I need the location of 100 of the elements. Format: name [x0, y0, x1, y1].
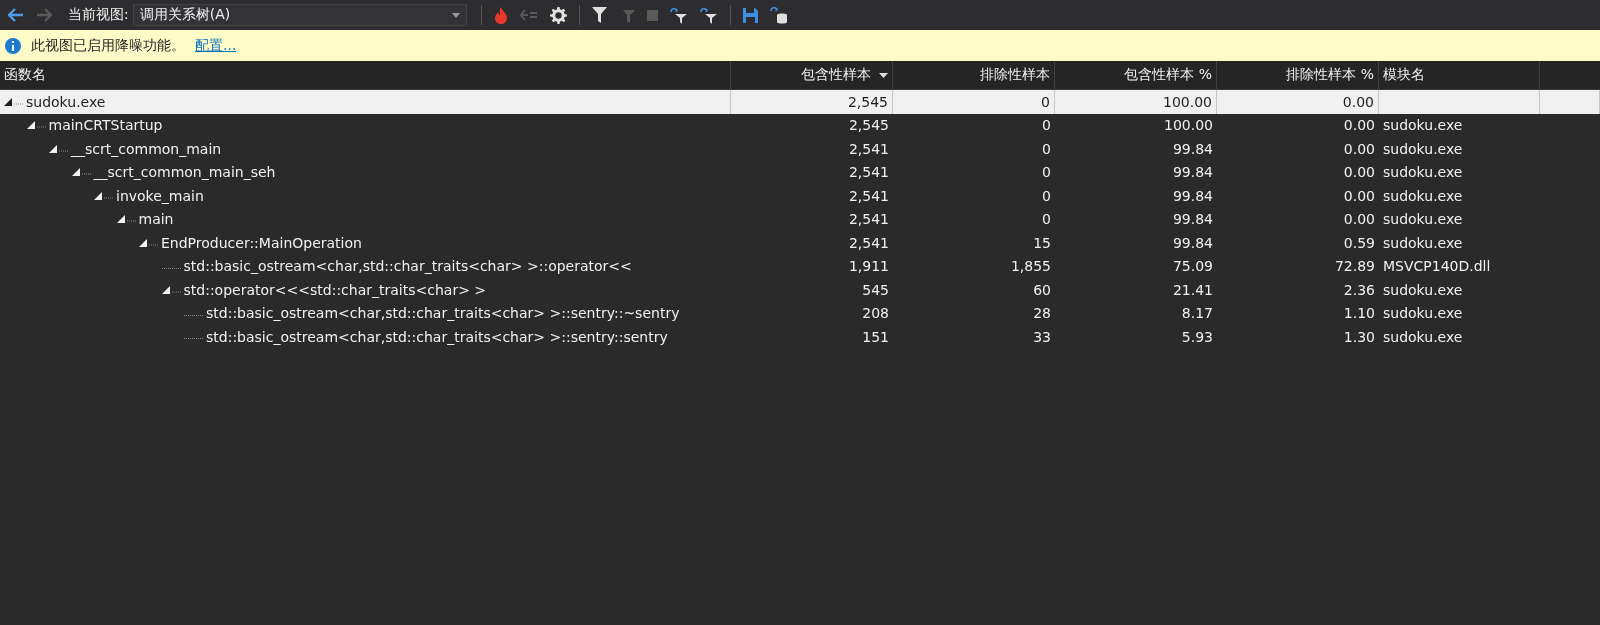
table-cell: 0.00	[1343, 211, 1375, 228]
expanded-triangle-icon[interactable]	[139, 237, 159, 248]
table-cell: sudoku.exe	[1383, 211, 1463, 228]
tree-row[interactable]: std::operator<<<std::char_traits<char> > 545 60 21.41 2.36 sudoku.exe	[0, 278, 1600, 302]
expanded-triangle-icon[interactable]	[161, 284, 182, 295]
table-cell: sudoku.exe	[1383, 328, 1463, 345]
table-cell: 1,911	[848, 258, 889, 275]
table-cell: 1.30	[1343, 328, 1375, 345]
table-cell: 21.41	[1172, 281, 1213, 298]
table-cell: 0	[1042, 164, 1051, 181]
arrows-icon	[519, 9, 538, 21]
table-cell: 0.00	[1343, 140, 1375, 157]
table-cell: 2,541	[848, 164, 889, 181]
table-cell: 0.00	[1343, 117, 1375, 134]
table-cell: sudoku.exe	[1383, 140, 1463, 157]
table-cell: 15	[1033, 234, 1051, 251]
table-cell: 2,541	[848, 234, 889, 251]
tree-row[interactable]: std::basic_ostream<char,std::char_traits<char> >::operator<< 1,911 1,855 75.09 72.89 MSVCP140D.dll	[0, 254, 1600, 278]
column-header[interactable]: 模块名	[1379, 61, 1540, 89]
table-cell: sudoku.exe	[1383, 234, 1463, 251]
gear-icon	[549, 6, 567, 24]
function-name: __scrt_common_main	[71, 140, 222, 157]
table-cell: 208	[862, 305, 889, 322]
column-header[interactable]: 包含性样本 %	[1055, 61, 1217, 89]
caret-icon	[451, 12, 460, 18]
table-cell: 0	[1042, 187, 1051, 204]
expanded-triangle-icon[interactable]	[4, 96, 24, 107]
tree-row[interactable]: main 2,541 0 99.84 0.00 sudoku.exe	[0, 207, 1600, 231]
table-cell: 0	[1042, 140, 1051, 157]
view-label: 当前视图:	[68, 6, 129, 24]
table-cell: 8.17	[1181, 305, 1213, 322]
flame-icon	[493, 6, 508, 24]
tree-connector-line	[184, 314, 204, 316]
table-cell: 0	[1042, 117, 1051, 134]
table-cell: 545	[862, 281, 889, 298]
tree-connector-line	[161, 267, 182, 269]
column-header[interactable]: 函数名	[0, 61, 731, 89]
sort-descending-icon	[879, 72, 888, 78]
table-cell: 100.00	[1164, 117, 1213, 134]
function-name: EndProducer::MainOperation	[161, 234, 362, 251]
table-cell: 2,541	[848, 187, 889, 204]
table-cell: 75.09	[1172, 258, 1213, 275]
table-cell: 2,545	[847, 93, 888, 110]
tree-row[interactable]: EndProducer::MainOperation 2,541 15 99.84 0.59 sudoku.exe	[0, 231, 1600, 255]
function-name: main	[138, 211, 174, 228]
table-cell: 0	[1042, 211, 1051, 228]
expanded-triangle-icon[interactable]	[71, 167, 92, 178]
database-icon	[769, 6, 788, 24]
info-icon	[5, 37, 21, 54]
table-cell: 60	[1033, 281, 1051, 298]
column-header[interactable]: 排除性样本	[893, 61, 1055, 89]
table-cell: 0	[1041, 93, 1050, 110]
expanded-triangle-icon[interactable]	[94, 190, 114, 201]
tree-row[interactable]: std::basic_ostream<char,std::char_traits<char> >::sentry::sentry 151 33 5.93 1.30 sudoku.exe	[0, 325, 1600, 349]
table-cell: 1,855	[1010, 258, 1051, 275]
table-cell: 5.93	[1181, 328, 1213, 345]
table-cell: 99.84	[1172, 211, 1213, 228]
function-name: std::basic_ostream<char,std::char_traits<char> >::sentry::~sentry	[206, 305, 680, 322]
table-cell: 33	[1033, 328, 1051, 345]
left-arrow-icon	[8, 8, 24, 22]
expanded-triangle-icon[interactable]	[26, 120, 47, 131]
expanded-triangle-icon[interactable]	[49, 143, 69, 154]
tree-row[interactable]: mainCRTStartup 2,545 0 100.00 0.00 sudoku.exe	[0, 113, 1600, 137]
table-cell: 2,545	[848, 117, 889, 134]
function-name: std::basic_ostream<char,std::char_traits<char> >::operator<<	[183, 258, 632, 275]
function-name: __scrt_common_main_seh	[93, 164, 276, 181]
table-cell: 0.59	[1343, 234, 1375, 251]
tree-row[interactable]: __scrt_common_main 2,541 0 99.84 0.00 sudoku.exe	[0, 137, 1600, 161]
tree-row[interactable]: std::basic_ostream<char,std::char_traits<char> >::sentry::~sentry 208 28 8.17 1.10 sudoku.exe	[0, 301, 1600, 325]
tree-row[interactable]: invoke_main 2,541 0 99.84 0.00 sudoku.exe	[0, 184, 1600, 208]
table-cell: sudoku.exe	[1383, 305, 1463, 322]
table-cell: sudoku.exe	[1383, 164, 1463, 181]
table-cell: 0.00	[1343, 187, 1375, 204]
column-header[interactable]: 包含性样本	[731, 61, 893, 89]
table-cell: 1.10	[1343, 305, 1375, 322]
filter-link-icon	[699, 6, 718, 24]
filter-icon	[591, 7, 607, 23]
table-cell: sudoku.exe	[1383, 117, 1463, 134]
expanded-triangle-icon[interactable]	[116, 214, 137, 225]
view-dropdown[interactable]: 调用关系树(A)	[132, 4, 467, 26]
configure-link[interactable]: 配置...	[195, 36, 237, 55]
table-cell: 2.36	[1343, 281, 1375, 298]
column-header[interactable]: 排除性样本 %	[1217, 61, 1379, 89]
table-cell: MSVCP140D.dll	[1383, 258, 1491, 275]
filter-link-icon	[669, 6, 688, 24]
info-message: 此视图已启用降噪功能。	[31, 36, 185, 55]
table-cell: sudoku.exe	[1383, 281, 1463, 298]
table-cell: 99.84	[1172, 234, 1213, 251]
table-cell: 99.84	[1172, 164, 1213, 181]
table-cell: 2,541	[848, 211, 889, 228]
table-cell: 2,541	[848, 140, 889, 157]
table-cell: sudoku.exe	[1383, 187, 1463, 204]
table-cell: 72.89	[1334, 258, 1375, 275]
table-cell: 151	[862, 328, 889, 345]
right-arrow-icon	[36, 8, 52, 22]
tree-row[interactable]: __scrt_common_main_seh 2,541 0 99.84 0.00 sudoku.exe	[0, 160, 1600, 184]
table-cell: 99.84	[1172, 140, 1213, 157]
stop-icon	[646, 9, 658, 21]
table-cell: 99.84	[1172, 187, 1213, 204]
tree-row[interactable]: sudoku.exe 2,545 0 100.00 0.00	[0, 90, 1600, 114]
